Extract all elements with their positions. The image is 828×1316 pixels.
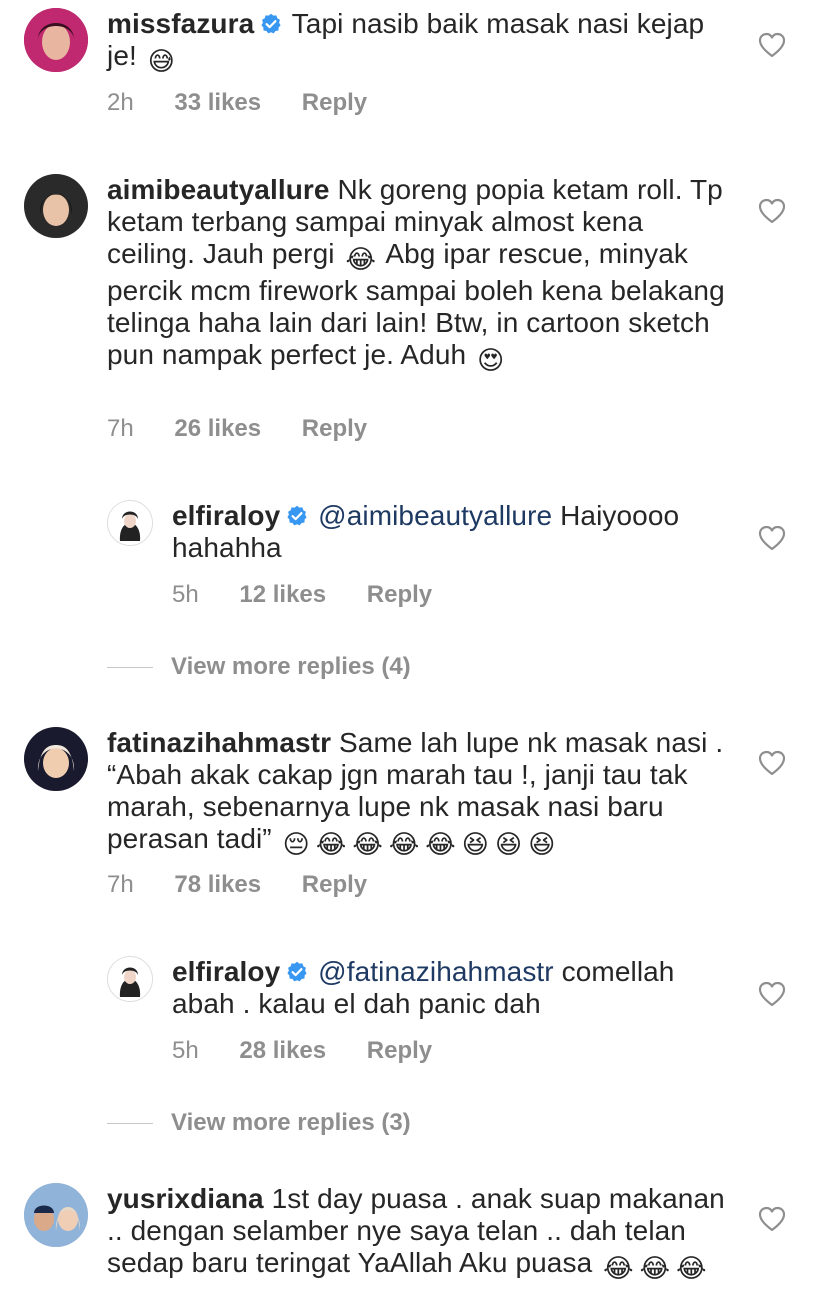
avatar[interactable] xyxy=(24,727,88,791)
emoji-joy: 😂 xyxy=(425,829,456,859)
reply-meta: 5h 28 likes Reply xyxy=(172,1036,432,1066)
timestamp: 7h xyxy=(107,415,134,442)
emoji-joy: 😂 xyxy=(345,244,376,274)
divider-line xyxy=(107,1123,153,1125)
comment-body: missfazura Tapi nasib baik masak nasi ke… xyxy=(107,8,737,77)
reply-button[interactable]: Reply xyxy=(302,88,367,118)
avatar[interactable] xyxy=(24,1183,88,1247)
likes-count[interactable]: 78 likes xyxy=(174,870,261,900)
username[interactable]: yusrixdiana xyxy=(107,1183,264,1214)
comment-meta: 7h 26 likes Reply xyxy=(107,414,367,444)
timestamp: 5h xyxy=(172,581,199,608)
emoji-heart-eyes: 😍 xyxy=(477,345,505,375)
heart-icon[interactable] xyxy=(758,198,786,224)
heart-icon[interactable] xyxy=(758,525,786,551)
comment-meta: 2h 33 likes Reply xyxy=(107,88,367,118)
reply-button[interactable]: Reply xyxy=(367,1036,432,1066)
timestamp: 2h xyxy=(107,89,134,116)
username[interactable]: aimibeautyallure xyxy=(107,174,330,205)
emoji-joy: 😂 xyxy=(603,1253,634,1283)
verified-badge-icon xyxy=(286,505,308,527)
username[interactable]: fatinazihahmastr xyxy=(107,727,331,758)
likes-count[interactable]: 28 likes xyxy=(239,1036,326,1066)
avatar[interactable] xyxy=(107,956,153,1002)
emoji-pensive: 😔 xyxy=(282,829,310,859)
comment-body: aimibeautyallure Nk goreng popia ketam r… xyxy=(107,174,737,376)
mention-link[interactable]: @aimibeautyallure xyxy=(318,500,552,531)
reply-button[interactable]: Reply xyxy=(302,870,367,900)
avatar[interactable] xyxy=(107,500,153,546)
heart-icon[interactable] xyxy=(758,32,786,58)
timestamp: 7h xyxy=(107,871,134,898)
avatar[interactable] xyxy=(24,8,88,72)
emoji-laughing: 😆 xyxy=(528,829,556,859)
verified-badge-icon xyxy=(260,13,282,35)
likes-count[interactable]: 12 likes xyxy=(239,580,326,610)
divider-line xyxy=(107,667,153,669)
username[interactable]: missfazura xyxy=(107,8,254,39)
reply-body: elfiraloy @fatinazihahmastr comellah aba… xyxy=(172,956,732,1020)
verified-badge-icon xyxy=(286,961,308,983)
username[interactable]: elfiraloy xyxy=(172,956,280,987)
heart-icon[interactable] xyxy=(758,981,786,1007)
reply-button[interactable]: Reply xyxy=(367,580,432,610)
view-more-label: View more replies (3) xyxy=(171,1109,411,1136)
reply-meta: 5h 12 likes Reply xyxy=(172,580,432,610)
timestamp: 5h xyxy=(172,1037,199,1064)
emoji-laughing: 😆 xyxy=(495,829,523,859)
avatar[interactable] xyxy=(24,174,88,238)
emoji-joy: 😂 xyxy=(388,829,420,859)
emoji-sweat-smile: 😅 xyxy=(147,46,175,76)
reply-button[interactable]: Reply xyxy=(302,414,367,444)
emoji-joy: 😂 xyxy=(676,1253,707,1283)
likes-count[interactable]: 26 likes xyxy=(174,414,261,444)
reply-body: elfiraloy @aimibeautyallure Haiyoooo hah… xyxy=(172,500,732,564)
comment-meta: 7h 78 likes Reply xyxy=(107,870,367,900)
username[interactable]: elfiraloy xyxy=(172,500,280,531)
emoji-joy: 😂 xyxy=(315,829,347,859)
comment-body: yusrixdiana 1st day puasa . anak suap ma… xyxy=(107,1183,737,1284)
comment-body: fatinazihahmastr Same lah lupe nk masak … xyxy=(107,727,737,860)
emoji-joy: 😂 xyxy=(352,829,383,859)
heart-icon[interactable] xyxy=(758,1206,786,1232)
view-more-replies[interactable]: View more replies (3) xyxy=(107,1108,411,1138)
emoji-laughing: 😆 xyxy=(461,829,489,859)
emoji-joy: 😂 xyxy=(639,1253,671,1283)
view-more-label: View more replies (4) xyxy=(171,653,411,680)
likes-count[interactable]: 33 likes xyxy=(174,88,261,118)
heart-icon[interactable] xyxy=(758,750,786,776)
view-more-replies[interactable]: View more replies (4) xyxy=(107,652,411,682)
mention-link[interactable]: @fatinazihahmastr xyxy=(318,956,554,987)
